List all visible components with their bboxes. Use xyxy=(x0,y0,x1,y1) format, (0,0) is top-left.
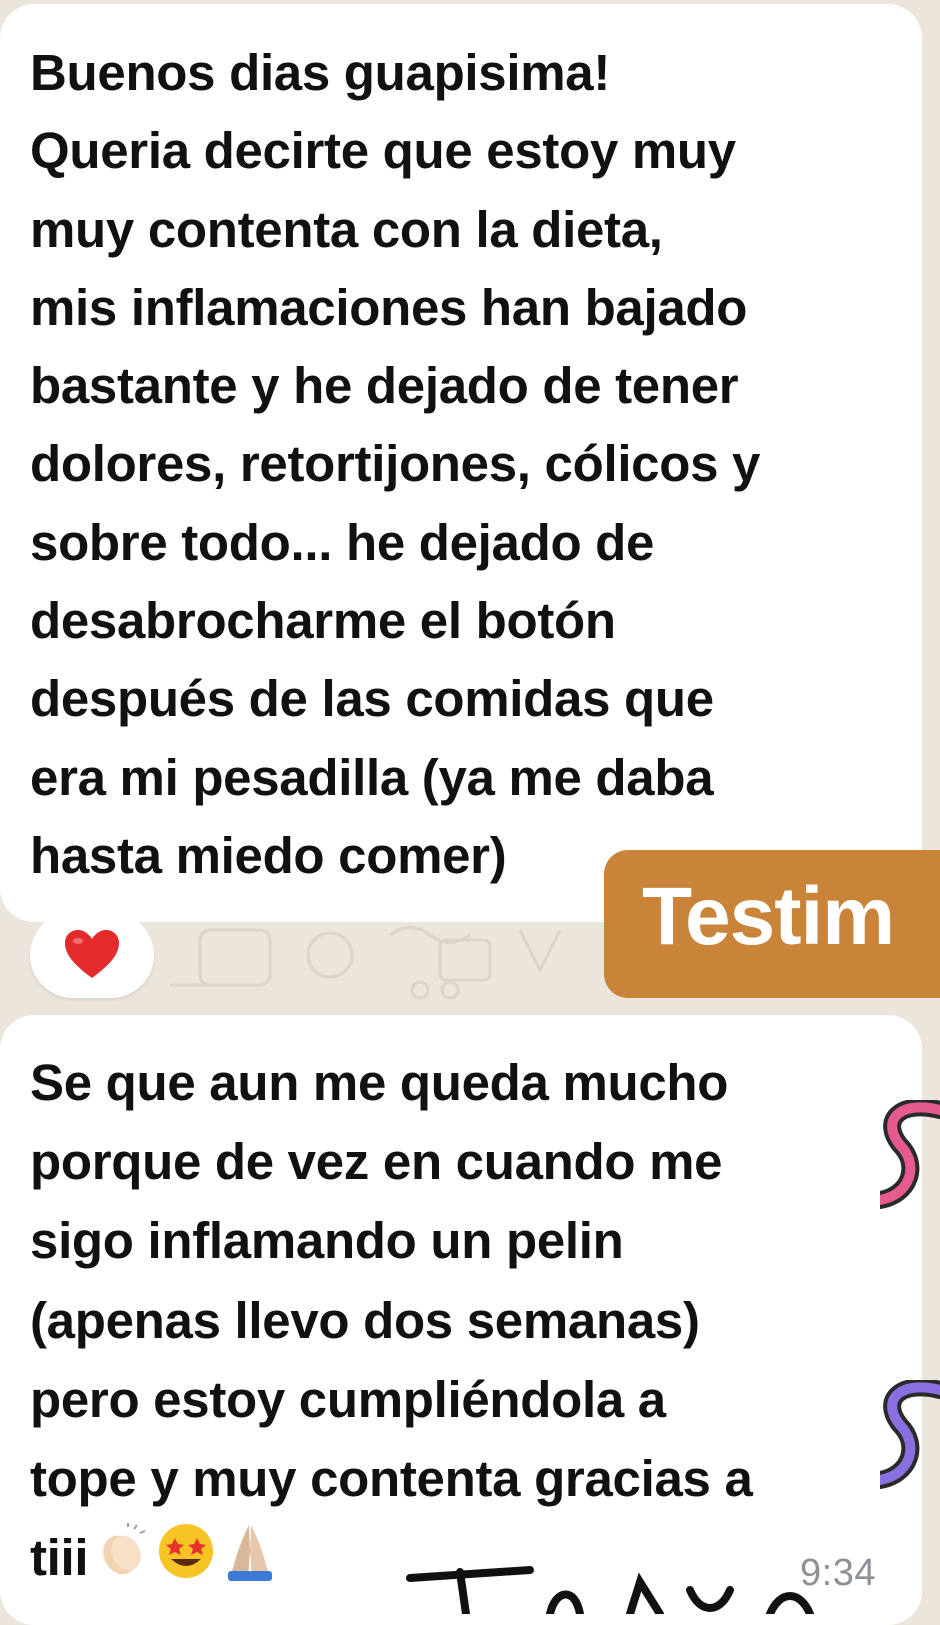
message-line: sobre todo... he dejado de xyxy=(30,513,655,571)
message-line: después de las comidas que xyxy=(30,670,714,728)
folded-hands-icon xyxy=(222,1521,278,1603)
message-line: Buenos dias guapisima! xyxy=(30,44,611,101)
message-bubble-incoming[interactable]: Buenos dias guapisima! Queria decirte qu… xyxy=(0,4,922,922)
message-line: porque de vez en cuando me xyxy=(30,1133,723,1191)
message-line: Queria decirte que estoy muy xyxy=(30,122,736,180)
message-line: dolores, retortijones, cólicos y xyxy=(30,435,761,493)
message-line: mis inflamaciones han bajado xyxy=(30,278,748,336)
message-bubble-incoming[interactable]: Se que aun me queda mucho porque de vez … xyxy=(0,1015,922,1625)
reaction-badge[interactable] xyxy=(30,912,154,998)
message-line: bastante y he dejado de tener xyxy=(30,357,739,415)
heart-icon xyxy=(65,930,119,978)
message-line: sigo inflamando un pelin xyxy=(30,1212,624,1270)
sticker-label: Testim xyxy=(642,871,895,962)
message-text: tiii xyxy=(30,1529,89,1587)
message-line: muy contenta con la dieta, xyxy=(30,200,663,258)
sticker-letter-s-decoration xyxy=(880,1380,940,1489)
message-line: pero estoy cumpliéndola a xyxy=(30,1370,666,1428)
message-timestamp: 9:34 xyxy=(800,1552,876,1594)
message-line: era mi pesadilla (ya me daba xyxy=(30,748,714,806)
message-line: desabrocharme el botón xyxy=(30,592,616,650)
star-struck-icon xyxy=(156,1521,216,1603)
message-line: Se que aun me queda mucho xyxy=(30,1054,729,1111)
testimonial-sticker: Testim xyxy=(604,850,940,998)
clapping-hands-icon xyxy=(94,1522,150,1601)
message-line: (apenas llevo dos semanas) xyxy=(30,1291,700,1349)
sticker-letter-s-decoration xyxy=(880,1100,940,1209)
message-line: tope y muy contenta gracias a xyxy=(30,1450,753,1508)
